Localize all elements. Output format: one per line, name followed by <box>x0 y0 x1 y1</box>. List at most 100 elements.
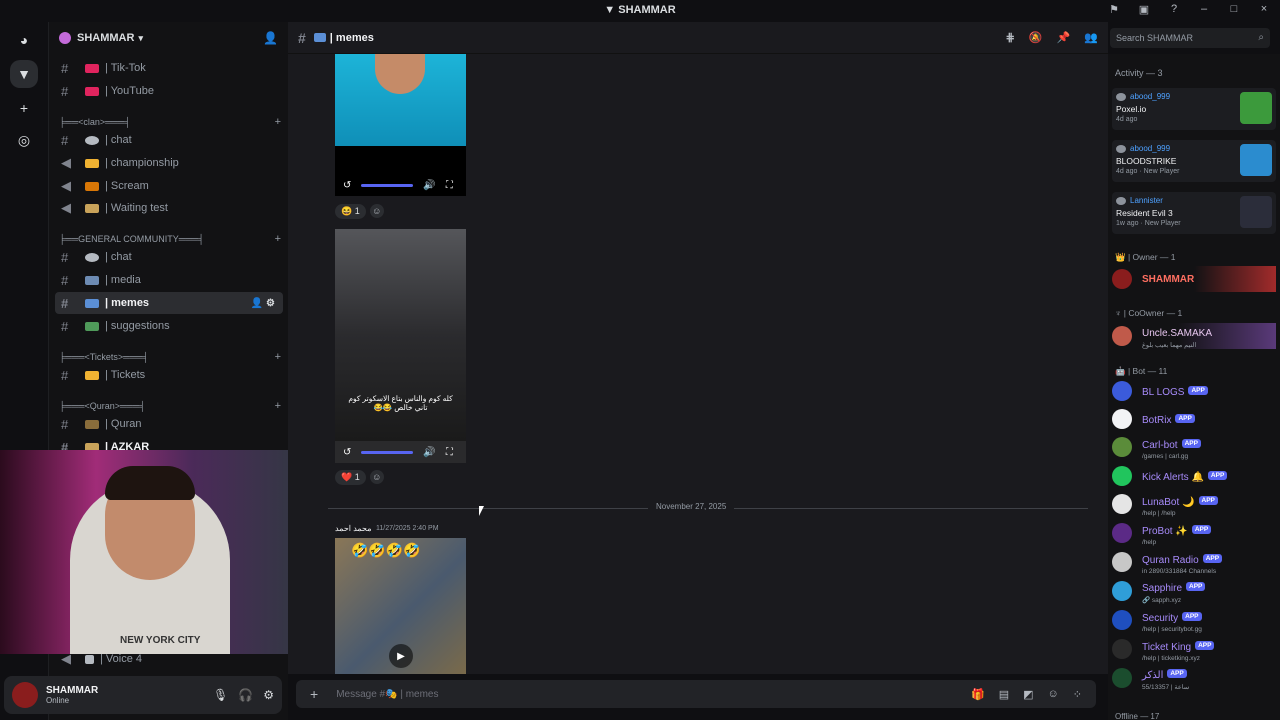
video-progress[interactable] <box>361 450 414 454</box>
channel-general-chat[interactable]: # | chat <box>55 246 283 268</box>
add-server-icon[interactable]: + <box>10 94 38 122</box>
member-bot[interactable]: BotRix APP <box>1112 406 1276 432</box>
avatar[interactable] <box>12 682 38 708</box>
member-owner[interactable]: SHAMMAR <box>1112 266 1276 292</box>
add-channel-icon[interactable]: + <box>275 351 281 363</box>
category-clan[interactable]: ╞══<clan>═══╡ + <box>59 115 281 129</box>
streamer-hair <box>105 466 195 500</box>
message-input[interactable]: + Message #🎭 | memes 🎁 ▤ ◩ ☺ ⁘ <box>296 680 1096 708</box>
discord-home-icon[interactable]: ◕ <box>10 26 38 54</box>
activity-meta: 4d ago · New Player <box>1116 168 1180 175</box>
reaction-pill[interactable]: ❤️ 1 <box>335 469 366 485</box>
headphones-icon[interactable]: 🎧 <box>238 688 253 702</box>
video-progress[interactable] <box>361 183 414 187</box>
activity-card[interactable]: Lannister Resident Evil 3 1w ago · New P… <box>1112 192 1276 234</box>
channel-tickets[interactable]: # | Tickets <box>55 364 283 386</box>
member-bot[interactable]: Sapphire APP 🔗 sapph.xyz <box>1112 578 1276 604</box>
member-list-icon[interactable]: 👥 <box>1084 31 1098 44</box>
channel-quran[interactable]: # | Quran <box>55 413 283 435</box>
add-reaction-icon[interactable]: ☺ <box>369 204 384 218</box>
member-bot[interactable]: LunaBot 🌙 APP/help | /help <box>1112 491 1276 517</box>
category-tickets[interactable]: ╞═══<Tickets>═══╡ + <box>59 350 281 364</box>
channel-clan-chat[interactable]: # | chat <box>55 129 283 151</box>
activity-card[interactable]: abood_999 Poxel.io 4d ago <box>1112 88 1276 130</box>
add-channel-icon[interactable]: + <box>275 116 281 128</box>
webcam-overlay: NEW YORK CITY <box>0 450 320 654</box>
channel-settings-icon[interactable]: 👤 ⚙ <box>251 298 275 309</box>
emoji-icon[interactable]: ☺ <box>1048 688 1059 701</box>
activity-avatar-icon <box>1116 93 1126 101</box>
member-name: BotRix <box>1142 415 1172 426</box>
server-header[interactable]: SHAMMAR ▾ 👤 <box>49 22 288 54</box>
channel-media[interactable]: # | media <box>55 269 283 291</box>
apps-icon[interactable]: ⁘ <box>1073 688 1082 701</box>
channel-waiting-test[interactable]: ◀ | Waiting test <box>55 197 283 219</box>
channel-scream[interactable]: ◀ | Scream <box>55 175 283 197</box>
member-bot[interactable]: Security APP/help | securitybot.gg <box>1112 607 1276 633</box>
video-attachment-3[interactable]: 🤣🤣🤣🤣 ▶ <box>335 538 466 674</box>
medal-icon <box>85 181 99 191</box>
member-bot[interactable]: Ticket King APP/help | ticketking.xyz <box>1112 636 1276 662</box>
inbox-icon[interactable]: ⚑ <box>1106 3 1122 16</box>
member-coowner[interactable]: Uncle.SAMAKA النيم مهما بعيب بلوغ <box>1112 323 1276 349</box>
sticker-icon[interactable]: ◩ <box>1023 688 1033 701</box>
hash-icon: # <box>61 318 69 334</box>
volume-icon[interactable]: 🔊 <box>423 180 435 191</box>
mute-bell-icon[interactable]: 🔕 <box>1029 31 1043 44</box>
speech-icon <box>85 135 99 145</box>
group-bot-header: 🤖 | Bot — 11 <box>1115 366 1168 376</box>
fullscreen-icon[interactable]: ⛶ <box>446 447 453 458</box>
channel-label: | Scream <box>105 180 149 192</box>
member-bot[interactable]: Carl-bot APP/games | carl.gg <box>1112 434 1276 460</box>
threads-icon[interactable]: ⋕ <box>1006 31 1015 44</box>
search-placeholder: Search SHAMMAR <box>1116 33 1194 43</box>
category-quran[interactable]: ╞═══<Quran>═══╡ + <box>59 399 281 413</box>
category-general[interactable]: ╞══GENERAL COMMUNITY═══╡ + <box>59 232 281 246</box>
video-attachment-1[interactable]: ↺ 🔊 ⛶ <box>335 54 466 196</box>
message-author[interactable]: محمد احمد <box>335 524 372 533</box>
channel-suggestions[interactable]: # | suggestions <box>55 315 283 337</box>
channel-label: | Voice 4 <box>100 653 142 665</box>
fullscreen-icon[interactable]: ⛶ <box>446 180 453 191</box>
discover-icon[interactable]: ◎ <box>10 126 38 154</box>
play-icon[interactable]: ▶ <box>389 644 413 668</box>
member-sub: النيم مهما بعيب بلوغ <box>1142 342 1197 349</box>
help-icon[interactable]: ? <box>1166 3 1182 16</box>
group-label: | CoOwner — 1 <box>1123 308 1183 318</box>
add-channel-icon[interactable]: + <box>275 233 281 245</box>
gift-icon[interactable]: 🎁 <box>971 688 985 701</box>
member-name: ProBot ✨ <box>1142 525 1188 537</box>
pin-icon[interactable]: 📌 <box>1057 31 1071 44</box>
reaction-pill[interactable]: 😆 1 <box>335 203 366 219</box>
channel-championship[interactable]: ◀ | championship <box>55 152 283 174</box>
server-icon-shammar[interactable]: ▼ <box>10 60 38 88</box>
member-bot[interactable]: ProBot ✨ APP/help <box>1112 520 1276 546</box>
member-sub: in 2890/331884 Channels <box>1142 567 1217 575</box>
monitor-icon[interactable]: ▣ <box>1136 3 1152 16</box>
replay-icon[interactable]: ↺ <box>343 180 351 191</box>
close-icon[interactable]: × <box>1256 3 1272 16</box>
gear-icon[interactable]: ⚙ <box>263 688 274 702</box>
minimize-icon[interactable]: – <box>1196 3 1212 16</box>
channel-youtube[interactable]: # | YouTube <box>55 80 283 102</box>
member-bot[interactable]: BL LOGS APP <box>1112 378 1276 404</box>
search-input[interactable]: Search SHAMMAR ⌕ <box>1110 28 1270 48</box>
volume-icon[interactable]: 🔊 <box>423 447 435 458</box>
microphone-icon[interactable]: 🎙 <box>213 688 228 702</box>
member-bot[interactable]: الذكر APP 55/13357 | ساعة <box>1112 665 1276 691</box>
hash-icon: # <box>61 60 69 76</box>
maximize-icon[interactable]: □ <box>1226 3 1242 16</box>
replay-icon[interactable]: ↺ <box>343 447 351 458</box>
invite-icon[interactable]: 👤 <box>263 31 278 45</box>
book-icon <box>85 419 99 429</box>
channel-tiktok[interactable]: # | Tik-Tok <box>55 57 283 79</box>
add-channel-icon[interactable]: + <box>275 400 281 412</box>
upload-plus-icon[interactable]: + <box>310 686 318 702</box>
gif-icon[interactable]: ▤ <box>999 688 1009 701</box>
add-reaction-icon[interactable]: ☺ <box>369 470 384 484</box>
channel-memes[interactable]: # | memes 👤 ⚙ <box>55 292 283 314</box>
video-attachment-2[interactable]: كله كوم والناس بتاع الاسكوتر كوم تاني خا… <box>335 229 466 463</box>
activity-card[interactable]: abood_999 BLOODSTRIKE 4d ago · New Playe… <box>1112 140 1276 182</box>
member-bot[interactable]: Kick Alerts 🔔 APP <box>1112 463 1276 489</box>
member-bot[interactable]: Quran Radio APP in 2890/331884 Channels <box>1112 549 1276 575</box>
